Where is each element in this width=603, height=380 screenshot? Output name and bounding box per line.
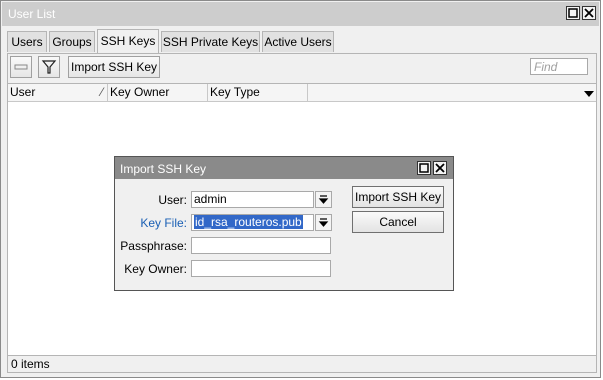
dialog-titlebar[interactable]: Import SSH Key (115, 157, 453, 179)
key-file-label: Key File: (140, 216, 187, 230)
filter-button[interactable] (38, 56, 60, 78)
dialog-title: Import SSH Key (120, 162, 207, 176)
key-file-value: id_rsa_routeros.pub (194, 215, 303, 229)
tab-users[interactable]: Users (7, 31, 47, 52)
user-select[interactable]: admin (191, 191, 314, 208)
tab-active-users[interactable]: Active Users (262, 31, 334, 52)
column-label-user: User (10, 85, 36, 99)
close-icon (584, 8, 594, 18)
dropdown-arrow-icon (318, 195, 329, 204)
tab-ssh-private-keys[interactable]: SSH Private Keys (161, 31, 260, 52)
key-file-select[interactable]: id_rsa_routeros.pub (191, 214, 314, 231)
tab-groups[interactable]: Groups (49, 31, 95, 52)
chevron-down-icon (584, 91, 594, 97)
filter-icon (41, 60, 57, 74)
window-title: User List (8, 7, 56, 21)
close-icon (435, 163, 445, 173)
column-header-key-type[interactable]: Key Type (208, 84, 308, 101)
minus-icon (14, 64, 28, 70)
import-ssh-key-submit-button[interactable]: Import SSH Key (352, 186, 444, 208)
key-file-dropdown-button[interactable] (315, 214, 332, 231)
column-menu-button[interactable] (584, 88, 594, 102)
tab-ssh-keys[interactable]: SSH Keys (97, 29, 159, 53)
column-header-key-owner[interactable]: Key Owner (108, 84, 208, 101)
cancel-button[interactable]: Cancel (352, 211, 444, 233)
remove-button[interactable] (10, 56, 32, 78)
close-button[interactable] (582, 6, 596, 20)
dropdown-arrow-icon (318, 218, 329, 227)
import-ssh-key-button[interactable]: Import SSH Key (68, 56, 160, 78)
window-titlebar[interactable]: User List (2, 2, 599, 26)
import-ssh-key-dialog: Import SSH Key User: admin Key File: id_… (114, 156, 454, 291)
find-input[interactable]: Find (530, 58, 588, 75)
maximize-button[interactable] (566, 6, 580, 20)
key-owner-label: Key Owner: (124, 262, 187, 276)
status-bar: 0 items (8, 355, 596, 372)
maximize-icon (568, 8, 578, 18)
key-owner-field[interactable] (191, 260, 331, 277)
maximize-icon (419, 163, 429, 173)
user-dropdown-button[interactable] (315, 191, 332, 208)
column-header-user[interactable]: User ⁄ (8, 84, 108, 101)
dialog-maximize-button[interactable] (417, 161, 431, 175)
dialog-close-button[interactable] (433, 161, 447, 175)
passphrase-field[interactable] (191, 237, 331, 254)
table-header: User ⁄ Key Owner Key Type (8, 84, 596, 102)
user-label: User: (158, 193, 187, 207)
passphrase-label: Passphrase: (120, 239, 187, 253)
sort-icon: ⁄ (100, 85, 103, 99)
